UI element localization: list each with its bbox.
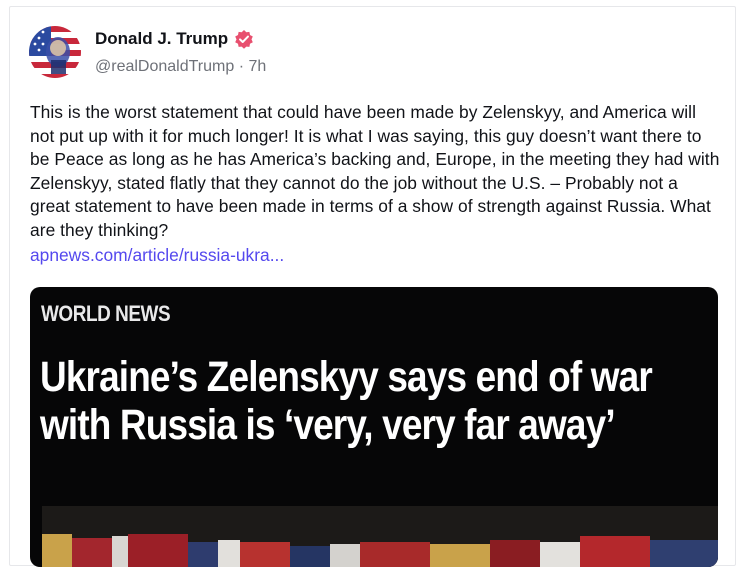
card-headline: Ukraine’s Zelenskyy says end of war with… [40, 353, 653, 449]
author-avatar[interactable] [29, 26, 81, 78]
author-name-row: Donald J. Trump [95, 29, 254, 49]
author-meta: @realDonaldTrump · 7h [95, 58, 266, 76]
author-name[interactable]: Donald J. Trump [95, 29, 228, 49]
verified-badge-icon [235, 30, 253, 49]
flag-portrait-avatar-icon [29, 26, 81, 78]
card-photo-image [42, 506, 718, 567]
link-preview-card[interactable]: WORLD NEWS Ukraine’s Zelenskyy says end … [30, 287, 718, 567]
card-photo [42, 506, 718, 567]
post-time[interactable]: 7h [249, 58, 267, 75]
article-link[interactable]: apnews.com/article/russia-ukra... [30, 245, 284, 266]
author-handle[interactable]: @realDonaldTrump [95, 58, 234, 75]
card-kicker: WORLD NEWS [41, 301, 171, 326]
post-body-text: This is the worst statement that could h… [30, 102, 720, 240]
meta-separator: · [238, 58, 245, 75]
